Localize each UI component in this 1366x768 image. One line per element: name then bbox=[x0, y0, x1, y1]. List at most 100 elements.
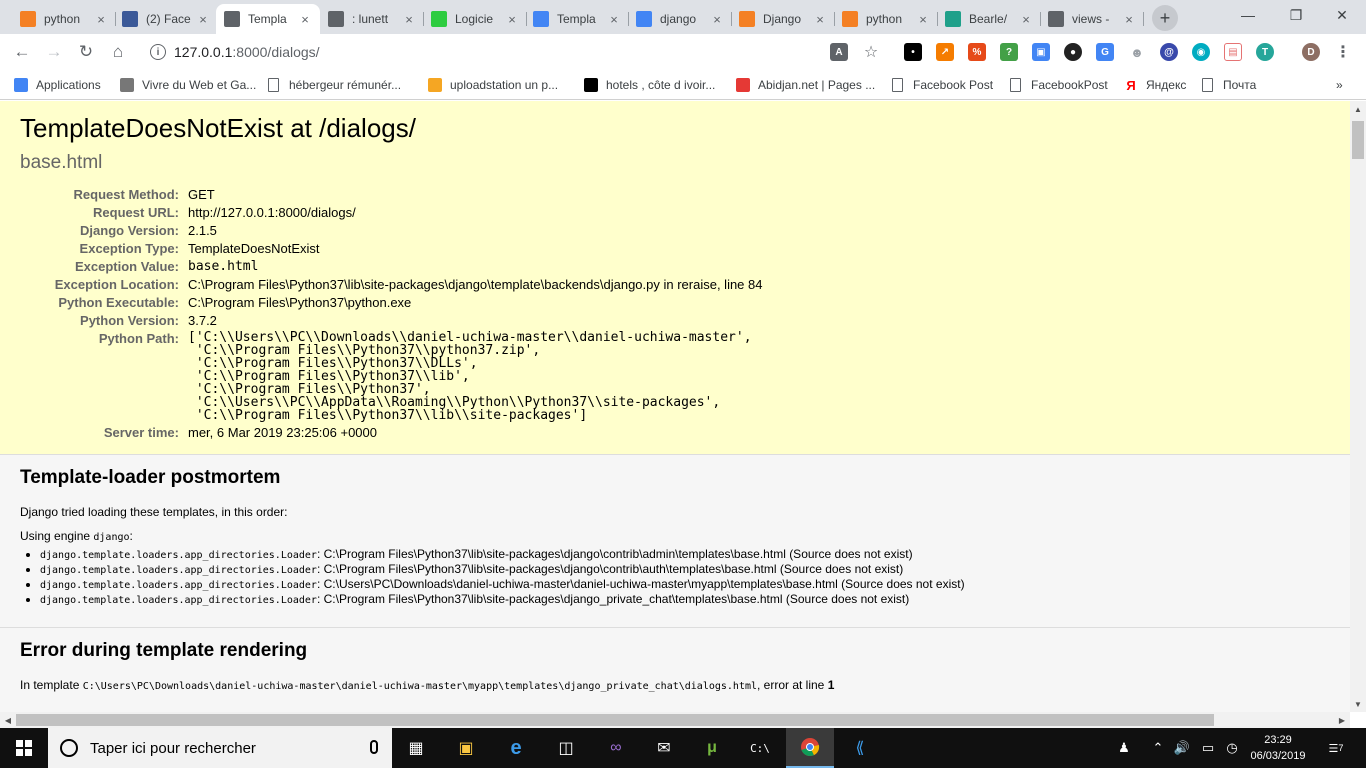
microphone-icon[interactable] bbox=[370, 740, 378, 754]
bookmark-item[interactable]: hotels , côte d ivoir... bbox=[584, 76, 715, 94]
tab-close-icon[interactable]: × bbox=[196, 12, 210, 27]
store-icon[interactable]: ◫ bbox=[542, 728, 590, 768]
percent-extension-icon[interactable]: % bbox=[968, 43, 986, 61]
browser-tab[interactable]: : lunett × bbox=[320, 4, 424, 34]
utorrent-icon[interactable]: μ bbox=[688, 728, 736, 768]
more-bookmarks-button[interactable]: » bbox=[1336, 76, 1343, 94]
tab-label: Templa bbox=[557, 12, 596, 26]
plant-extension-icon[interactable]: ? bbox=[1000, 43, 1018, 61]
page-icon bbox=[328, 11, 344, 27]
people-icon[interactable]: ♟ bbox=[1112, 728, 1136, 768]
bookmark-item[interactable]: Почта bbox=[1202, 76, 1256, 94]
browser-tab[interactable]: Bearle/ × bbox=[937, 4, 1041, 34]
taskbar-search[interactable]: Taper ici pour rechercher bbox=[48, 728, 392, 768]
browser-tab[interactable]: Logicie × bbox=[423, 4, 527, 34]
tab-close-icon[interactable]: × bbox=[1122, 12, 1136, 27]
file-explorer-icon[interactable]: ▣ bbox=[442, 728, 490, 768]
meta-key: Server time: bbox=[103, 425, 179, 440]
vscode-icon[interactable]: ⟪ bbox=[836, 728, 884, 768]
tab-close-icon[interactable]: × bbox=[1019, 12, 1033, 27]
tab-close-icon[interactable]: × bbox=[505, 12, 519, 27]
browser-tab[interactable]: views - × bbox=[1040, 4, 1144, 34]
forward-button[interactable]: → bbox=[42, 40, 66, 64]
battery-icon[interactable]: ▭ bbox=[1198, 728, 1218, 768]
bookmark-item[interactable]: hébergeur rémunér... bbox=[268, 76, 401, 94]
tab-close-icon[interactable]: × bbox=[298, 12, 312, 27]
meta-key: Python Path: bbox=[98, 331, 179, 346]
at-extension-icon[interactable]: @ bbox=[1160, 43, 1178, 61]
browser-tab[interactable]: (2) Face × bbox=[114, 4, 218, 34]
volume-icon[interactable]: 🔊 bbox=[1172, 728, 1192, 768]
clock-date: 06/03/2019 bbox=[1250, 750, 1306, 762]
incognito-extension-icon[interactable]: ☻ bbox=[1128, 43, 1146, 61]
system-clock[interactable]: 23:29 06/03/2019 bbox=[1246, 732, 1310, 764]
address-bar[interactable]: i 127.0.0.1:8000/dialogs/ bbox=[140, 37, 892, 67]
eye-extension-icon[interactable]: ◉ bbox=[1192, 43, 1210, 61]
tab-close-icon[interactable]: × bbox=[402, 12, 416, 27]
new-tab-button[interactable]: + bbox=[1152, 5, 1178, 31]
bookmark-item[interactable]: Abidjan.net | Pages ... bbox=[736, 76, 875, 94]
bookmark-item[interactable]: Applications bbox=[14, 76, 101, 94]
notification-center-button[interactable]: ☰ 7 bbox=[1322, 728, 1350, 768]
chrome-taskbar-icon[interactable] bbox=[786, 728, 834, 768]
visual-studio-icon[interactable]: ∞ bbox=[592, 728, 640, 768]
home-button[interactable]: ⌂ bbox=[106, 40, 130, 64]
calendar-extension-icon[interactable]: ▤ bbox=[1224, 43, 1242, 61]
windows-start-button[interactable] bbox=[0, 728, 48, 768]
reload-button[interactable]: ↻ bbox=[74, 40, 98, 64]
t-extension-icon[interactable]: T bbox=[1256, 43, 1274, 61]
close-window-button[interactable]: ✕ bbox=[1320, 4, 1364, 26]
loader-name: django.template.loaders.app_directories.… bbox=[40, 565, 317, 576]
site-info-icon[interactable]: i bbox=[150, 44, 166, 60]
horizontal-scroll-thumb[interactable] bbox=[16, 714, 1214, 726]
tab-close-icon[interactable]: × bbox=[94, 12, 108, 27]
minimize-button[interactable]: — bbox=[1226, 4, 1270, 26]
vertical-scroll-thumb[interactable] bbox=[1352, 121, 1364, 159]
google-translate-extension-icon[interactable]: G bbox=[1096, 43, 1114, 61]
tab-close-icon[interactable]: × bbox=[813, 12, 827, 27]
wifi-icon[interactable]: ◷ bbox=[1222, 728, 1242, 768]
chart-extension-icon[interactable]: ↗ bbox=[936, 43, 954, 61]
meta-value: http://127.0.0.1:8000/dialogs/ bbox=[188, 205, 356, 220]
bookmark-star-icon[interactable]: ☆ bbox=[862, 43, 880, 61]
tab-close-icon[interactable]: × bbox=[607, 12, 621, 27]
meta-key: Request URL: bbox=[93, 205, 179, 220]
tab-close-icon[interactable]: × bbox=[710, 12, 724, 27]
browser-tab[interactable]: Django × bbox=[731, 4, 835, 34]
profile-avatar[interactable]: D bbox=[1302, 43, 1320, 61]
scroll-up-arrow-icon[interactable]: ▲ bbox=[1350, 101, 1366, 117]
task-view-icon[interactable]: ▦ bbox=[392, 728, 440, 768]
tray-expand-icon[interactable]: ⌃ bbox=[1150, 728, 1166, 768]
scroll-down-arrow-icon[interactable]: ▼ bbox=[1350, 696, 1366, 712]
bookmark-item[interactable]: FacebookPost bbox=[1010, 76, 1108, 94]
b-icon bbox=[428, 78, 442, 92]
meta-row: Exception Location: C:\Program Files\Pyth… bbox=[20, 276, 763, 294]
horizontal-scrollbar[interactable]: ◀ ▶ bbox=[0, 712, 1350, 728]
browser-tab[interactable]: python × bbox=[834, 4, 938, 34]
copy-extension-icon[interactable]: ▣ bbox=[1032, 43, 1050, 61]
blackberry-extension-icon[interactable]: • bbox=[904, 43, 922, 61]
bookmark-item[interactable]: Я Яндекс bbox=[1124, 76, 1186, 94]
translate-icon[interactable]: A bbox=[830, 43, 848, 61]
bookmark-item[interactable]: uploadstation un p... bbox=[428, 76, 558, 94]
maximize-button[interactable]: ❐ bbox=[1274, 4, 1318, 26]
loader-separator: : bbox=[316, 577, 324, 591]
scroll-left-arrow-icon[interactable]: ◀ bbox=[0, 712, 16, 728]
tab-close-icon[interactable]: × bbox=[916, 12, 930, 27]
taskbar-search-placeholder: Taper ici pour rechercher bbox=[90, 739, 256, 757]
browser-tab[interactable]: python × bbox=[12, 4, 116, 34]
mail-icon[interactable]: ✉ bbox=[640, 728, 688, 768]
bookmark-item[interactable]: Vivre du Web et Ga... bbox=[120, 76, 256, 94]
bookmark-item[interactable]: Facebook Post bbox=[892, 76, 993, 94]
scroll-right-arrow-icon[interactable]: ▶ bbox=[1334, 712, 1350, 728]
browser-tab[interactable]: Templa × bbox=[525, 4, 629, 34]
browser-tab[interactable]: django × bbox=[628, 4, 732, 34]
vertical-scrollbar[interactable]: ▲ ▼ bbox=[1350, 101, 1366, 712]
back-button[interactable]: ← bbox=[10, 40, 34, 64]
camera-extension-icon[interactable]: ● bbox=[1064, 43, 1082, 61]
bookmark-label: uploadstation un p... bbox=[450, 78, 559, 92]
browser-tab[interactable]: Templa × bbox=[216, 4, 320, 34]
edge-icon[interactable]: e bbox=[492, 728, 540, 768]
menu-kebab-icon[interactable]: ⋮ bbox=[1334, 43, 1352, 61]
terminal-icon[interactable]: C:\ bbox=[736, 728, 784, 768]
